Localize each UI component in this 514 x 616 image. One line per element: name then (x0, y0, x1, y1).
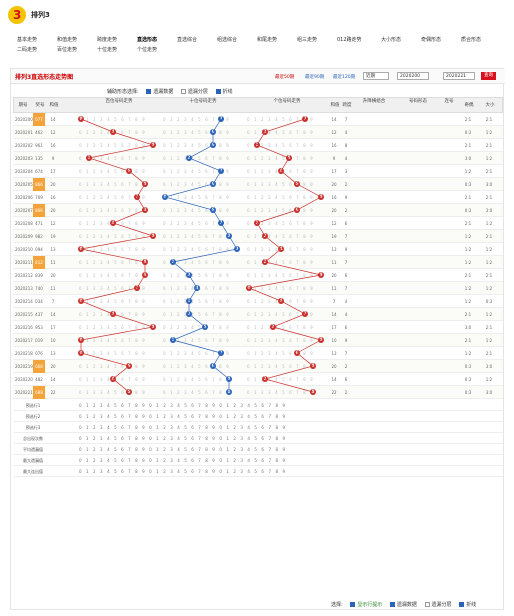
header-tens: 十位号码走势 (189, 99, 217, 104)
summary-label: 最大连出值 (23, 469, 43, 474)
t-trend-line (163, 118, 238, 392)
range-90[interactable]: 最近90期 (305, 74, 324, 80)
date-to-input[interactable]: 2020221 (443, 72, 475, 80)
footer-layer-label: 遗漏分层 (431, 602, 452, 608)
summary-label: 最大遗漏值 (23, 458, 43, 463)
nav-link[interactable]: 个位走势 (137, 46, 157, 53)
chart-title: 排列3直选形态走势图 (15, 74, 74, 81)
nav-link[interactable]: 组选综合 (217, 36, 237, 43)
option-line-checkbox[interactable] (215, 89, 221, 94)
footer-options: 选择: 显示行提示 遗漏数据 遗漏分层 折线 (331, 601, 476, 608)
summary-values: 0 1 2 3 4 5 6 7 8 9 0 1 2 3 4 5 6 7 8 9 … (79, 425, 287, 430)
header-sum: 和值 (49, 103, 59, 108)
page-title: 排列3 (31, 11, 50, 19)
nav-link[interactable]: 十位走势 (97, 46, 117, 53)
header-col: 连号 (444, 99, 454, 104)
nav-link[interactable]: 百位走势 (57, 46, 77, 53)
header-issue: 期号 (18, 103, 28, 108)
h-trend-line (79, 118, 155, 393)
footer-prefix: 选择: (331, 602, 343, 608)
nav-link[interactable]: 大小形态 (381, 36, 401, 43)
footer-hint-label: 显示行提示 (357, 602, 383, 608)
header-bigsmall: 大小 (485, 103, 495, 108)
footer-line-checkbox[interactable] (459, 602, 465, 607)
nav-link[interactable]: 质合形态 (461, 36, 481, 43)
option-line-label: 折线 (222, 89, 233, 95)
header-pattern: 升降横组合 (362, 99, 386, 104)
nav-link[interactable]: 基本走势 (17, 36, 37, 43)
nav-link[interactable]: 奇偶形态 (421, 36, 441, 43)
header-parity: 奇偶 (464, 103, 474, 108)
nav-link[interactable]: 跨度走势 (97, 36, 117, 43)
summary-row: 最大遗漏值 0 1 2 3 4 5 6 7 8 9 0 1 2 3 4 5 6 7… (13, 456, 503, 466)
summary-label: 预选行2 (25, 414, 41, 419)
header-shapes: 号码形态 (409, 99, 427, 104)
footer-line-label: 折线 (466, 602, 477, 608)
query-button[interactable]: 查询 (481, 72, 496, 80)
header-hundreds: 百位号码走势 (105, 99, 133, 104)
nav-link[interactable]: 和尾走势 (257, 36, 277, 43)
footer-missing-checkbox[interactable] (389, 602, 395, 607)
summary-row: 预选行3 0 1 2 3 4 5 6 7 8 9 0 1 2 3 4 5 6 7 … (13, 423, 503, 433)
summary-row: 预选行2 0 1 2 3 4 5 6 7 8 9 0 1 2 3 4 5 6 7 … (13, 412, 503, 422)
nav-link[interactable]: 直选综合 (177, 36, 197, 43)
table-header: 期号 奖号 和值 百位号码走势 十位号码走势 个位号码走势 和值 跨度 升降横组… (13, 97, 503, 113)
header-sum2: 和值 (330, 103, 340, 108)
option-missing-checkbox[interactable] (146, 89, 152, 94)
app-header: 3 排列3 (0, 0, 514, 30)
options-bar: 辅助形态选择: 遗漏数据 遗漏分层 折线 (107, 88, 233, 95)
summary-label: 预选行1 (25, 403, 41, 408)
nav-link[interactable]: 012路走势 (337, 36, 362, 43)
summary-values: 0 1 2 3 4 5 6 7 8 9 0 1 2 3 4 5 6 7 8 9 … (79, 469, 287, 474)
option-missing-label: 遗漏数据 (153, 89, 174, 95)
trend-card: 排列3直选形态走势图 最近50期 最近90期 最近120期 近期 2020200… (10, 68, 505, 610)
summary-row: 总出现次数 0 1 2 3 4 5 6 7 8 9 0 1 2 3 4 5 6 7… (13, 434, 503, 444)
date-from-input[interactable]: 2020200 (397, 72, 429, 80)
app-logo: 3 (8, 6, 26, 24)
summary-row: 平均遗漏值 0 1 2 3 4 5 6 7 8 9 0 1 2 3 4 5 6 7… (13, 445, 503, 455)
options-label: 辅助形态选择: (107, 89, 139, 95)
summary-label: 总出现次数 (23, 436, 43, 441)
header-units: 个位号码走势 (273, 99, 301, 104)
summary-row: 最大连出值 0 1 2 3 4 5 6 7 8 9 0 1 2 3 4 5 6 7… (13, 467, 503, 477)
range-120[interactable]: 最近120期 (333, 74, 355, 80)
range-50[interactable]: 最近50期 (275, 74, 294, 80)
summary-values: 0 1 2 3 4 5 6 7 8 9 0 1 2 3 4 5 6 7 8 9 … (79, 414, 287, 419)
nav-link[interactable]: 组三走势 (297, 36, 317, 43)
nav-link[interactable]: 二码走势 (17, 46, 37, 53)
summary-label: 平均遗漏值 (23, 447, 43, 452)
option-layer-label: 遗漏分层 (187, 89, 208, 95)
option-layer-checkbox[interactable] (180, 89, 186, 94)
card-toolbar: 排列3直选形态走势图 最近50期 最近90期 最近120期 近期 2020200… (11, 69, 505, 84)
header-span: 跨度 (342, 103, 352, 108)
footer-missing-label: 遗漏数据 (396, 602, 417, 608)
summary-values: 0 1 2 3 4 5 6 7 8 9 0 1 2 3 4 5 6 7 8 9 … (79, 403, 287, 408)
nav-link[interactable]: 直选形态 (137, 36, 157, 43)
summary-label: 预选行3 (25, 425, 41, 430)
summary-row: 预选行1 0 1 2 3 4 5 6 7 8 9 0 1 2 3 4 5 6 7 … (13, 401, 503, 411)
summary-values: 0 1 2 3 4 5 6 7 8 9 0 1 2 3 4 5 6 7 8 9 … (79, 447, 287, 452)
range-select[interactable]: 近期 (363, 72, 389, 80)
summary-values: 0 1 2 3 4 5 6 7 8 9 0 1 2 3 4 5 6 7 8 9 … (79, 436, 287, 441)
nav-link[interactable]: 和值走势 (57, 36, 77, 43)
u-trend-line (247, 118, 322, 393)
header-draw: 奖号 (35, 103, 45, 108)
footer-hint-checkbox[interactable] (350, 602, 356, 607)
footer-layer-checkbox[interactable] (424, 602, 430, 607)
summary-values: 0 1 2 3 4 5 6 7 8 9 0 1 2 3 4 5 6 7 8 9 … (79, 458, 287, 463)
